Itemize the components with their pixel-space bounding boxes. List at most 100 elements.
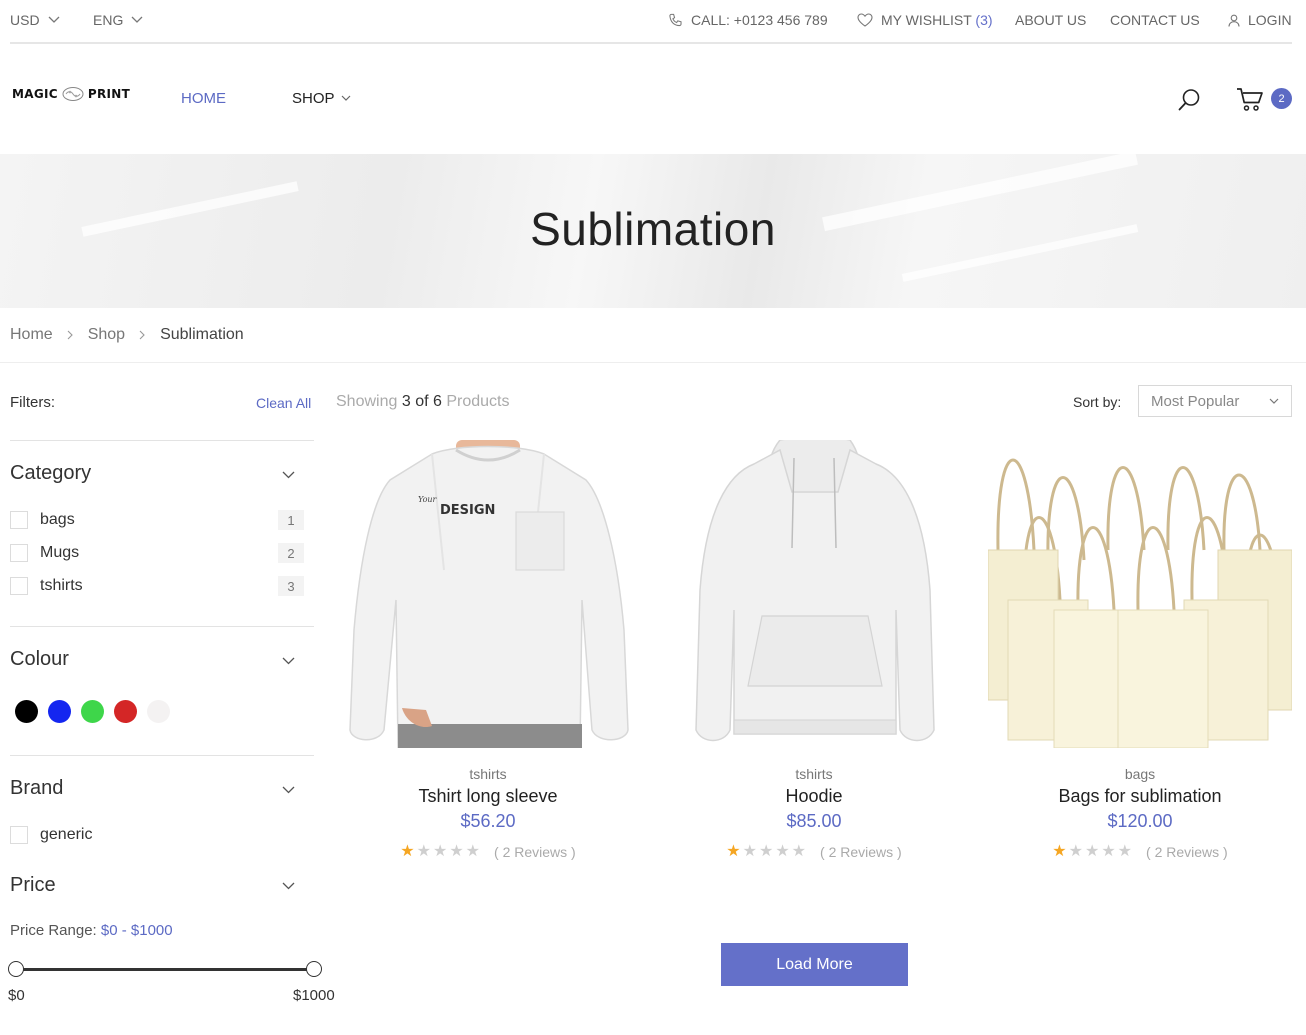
- product-rating: ★ ★ ★ ★ ★( 2 Reviews ): [662, 843, 966, 861]
- filters-label: Filters:: [10, 394, 55, 411]
- nav-shop-label: SHOP: [292, 90, 335, 107]
- category-option-mugs[interactable]: Mugs 2: [10, 542, 304, 564]
- shirt-print-text: DESIGN: [440, 503, 495, 518]
- about-us-label: ABOUT US: [1015, 12, 1087, 28]
- breadcrumb-home[interactable]: Home: [10, 326, 53, 344]
- star-icon: ★: [758, 843, 774, 860]
- product-category: tshirts: [795, 766, 833, 782]
- category-option-tshirts[interactable]: tshirts 3: [10, 575, 304, 597]
- product-image[interactable]: DESIGN Your: [336, 440, 640, 748]
- star-icon: ★: [726, 843, 741, 860]
- user-icon: [1228, 14, 1240, 27]
- product-category: tshirts: [469, 766, 507, 782]
- price-heading[interactable]: Price: [10, 874, 56, 897]
- price-range-value: $0 - $1000: [100, 922, 173, 939]
- star-icon: ★: [775, 843, 790, 860]
- star-icon: ★: [1068, 843, 1083, 860]
- category-count: 3: [278, 576, 304, 596]
- price-slider-max-handle[interactable]: [306, 961, 322, 977]
- cart-icon[interactable]: [1236, 87, 1264, 112]
- divider: [10, 755, 314, 756]
- colour-swatch[interactable]: [48, 700, 71, 723]
- about-us-link[interactable]: ABOUT US: [1015, 12, 1086, 28]
- hero-banner: Sublimation: [0, 154, 1306, 308]
- price-range-label: Price Range:: [10, 922, 97, 939]
- product-image[interactable]: [988, 440, 1292, 748]
- colour-swatch[interactable]: [147, 700, 170, 723]
- load-more-button[interactable]: Load More: [721, 943, 908, 986]
- product-name[interactable]: Bags for sublimation: [988, 786, 1292, 807]
- product-name[interactable]: Tshirt long sleeve: [336, 786, 640, 807]
- category-option-label: Mugs: [40, 544, 80, 561]
- price-min-label: $0: [8, 987, 25, 1004]
- chevron-right-icon: [139, 330, 145, 340]
- sort-select[interactable]: Most Popular: [1138, 385, 1292, 417]
- category-count: 2: [278, 543, 304, 563]
- star-icon: ★: [416, 843, 431, 860]
- logo-text-left: MAGIC: [12, 87, 58, 101]
- category-option-bags[interactable]: bags 1: [10, 509, 304, 531]
- wishlist-link[interactable]: MY WISHLIST (3): [857, 12, 993, 28]
- main-header: MAGIC PRINT HOME SHOP: [0, 44, 1306, 154]
- products-word: Products: [446, 393, 510, 410]
- star-icon: ★: [742, 843, 757, 860]
- logo[interactable]: MAGIC PRINT: [12, 86, 130, 102]
- colour-heading[interactable]: Colour: [10, 648, 69, 671]
- login-label: LOGIN: [1248, 12, 1292, 28]
- chevron-down-icon: [341, 95, 350, 101]
- reviews-count[interactable]: ( 2 Reviews ): [494, 844, 576, 860]
- search-icon[interactable]: [1178, 88, 1201, 111]
- star-icon: ★: [432, 843, 448, 860]
- star-icon: ★: [791, 843, 807, 860]
- currency-select[interactable]: USD: [10, 12, 60, 28]
- cart-count-badge: 2: [1271, 88, 1292, 109]
- product-name[interactable]: Hoodie: [662, 786, 966, 807]
- chevron-down-icon[interactable]: [282, 471, 295, 479]
- sort-label: Sort by:: [1073, 394, 1122, 410]
- clean-all-link[interactable]: Clean All: [256, 395, 311, 411]
- reviews-count[interactable]: ( 2 Reviews ): [820, 844, 902, 860]
- brand-option-label: generic: [40, 826, 93, 843]
- divider: [10, 626, 314, 627]
- checkbox[interactable]: [10, 511, 28, 529]
- longsleeve-shirt-image: DESIGN Your: [349, 440, 629, 748]
- brand-option-generic[interactable]: generic: [10, 824, 304, 846]
- chevron-down-icon[interactable]: [282, 657, 295, 665]
- call-link[interactable]: CALL: +0123 456 789: [668, 12, 828, 28]
- contact-us-link[interactable]: CONTACT US: [1110, 12, 1200, 28]
- product-price: $85.00: [786, 811, 842, 831]
- star-icon: ★: [1052, 843, 1067, 860]
- price-slider-track[interactable]: [16, 968, 314, 971]
- login-link[interactable]: LOGIN: [1228, 12, 1292, 28]
- category-heading[interactable]: Category: [10, 462, 91, 485]
- brand-heading[interactable]: Brand: [10, 777, 63, 800]
- chevron-right-icon: [67, 330, 73, 340]
- breadcrumb-shop[interactable]: Shop: [88, 326, 125, 344]
- checkbox[interactable]: [10, 826, 28, 844]
- checkbox[interactable]: [10, 544, 28, 562]
- sort-value: Most Popular: [1151, 392, 1240, 410]
- divider: [10, 440, 314, 441]
- chevron-down-icon: [48, 16, 60, 23]
- product-category: bags: [1124, 766, 1156, 782]
- colour-swatch[interactable]: [81, 700, 104, 723]
- price-slider-min-handle[interactable]: [8, 961, 24, 977]
- colour-swatch[interactable]: [114, 700, 137, 723]
- total-count: 6: [432, 393, 442, 410]
- product-rating: ★ ★ ★ ★ ★( 2 Reviews ): [988, 843, 1292, 861]
- product-image[interactable]: [662, 440, 966, 748]
- product-price: $56.20: [460, 811, 516, 831]
- star-icon: ★: [1117, 843, 1133, 860]
- chevron-down-icon[interactable]: [282, 882, 295, 890]
- star-icon: ★: [465, 843, 481, 860]
- nav-home[interactable]: HOME: [181, 90, 226, 107]
- reviews-count[interactable]: ( 2 Reviews ): [1146, 844, 1228, 860]
- checkbox[interactable]: [10, 577, 28, 595]
- price-max-label: $1000: [293, 987, 335, 1004]
- hoodie-image: [695, 440, 935, 742]
- language-select[interactable]: ENG: [93, 12, 143, 28]
- wishlist-count: (3): [975, 12, 993, 28]
- chevron-down-icon[interactable]: [282, 786, 295, 794]
- colour-swatch[interactable]: [15, 700, 38, 723]
- nav-shop[interactable]: SHOP: [292, 90, 351, 107]
